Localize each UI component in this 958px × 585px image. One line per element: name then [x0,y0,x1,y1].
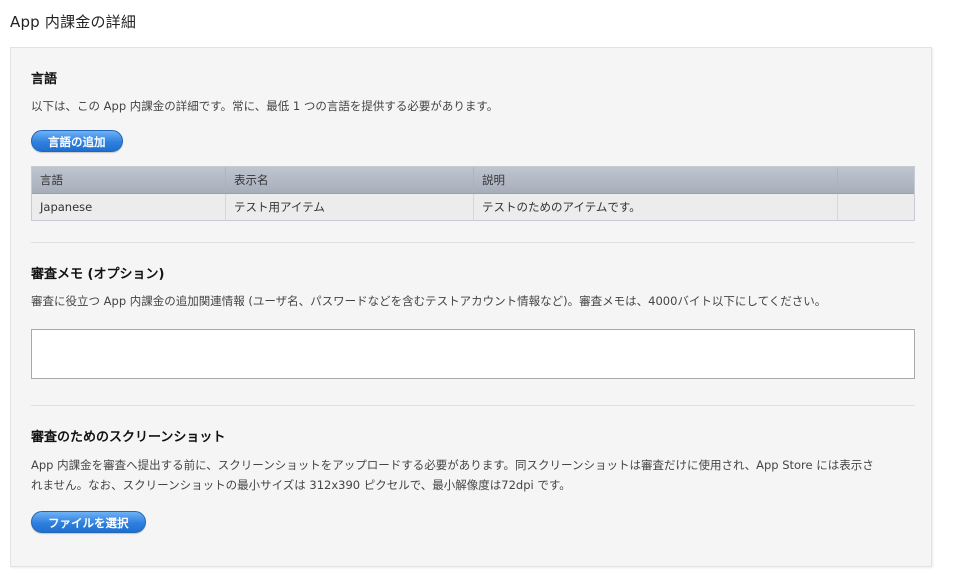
table-row[interactable]: Japanese テスト用アイテム テストのためのアイテムです。 [32,194,914,220]
screenshot-title: 審査のためのスクリーンショット [31,430,226,445]
cell-display-name: テスト用アイテム [226,194,474,220]
review-notes-textarea[interactable] [31,329,915,379]
column-header-display-name[interactable]: 表示名 [226,167,474,193]
table-header: 言語 表示名 説明 [32,167,914,194]
languages-description: 以下は、この App 内課金の詳細です。常に、最低 1 つの言語を提供する必要が… [31,99,499,113]
cell-language: Japanese [32,194,226,220]
languages-title: 言語 [31,72,58,87]
column-header-extra [838,167,914,193]
cell-extra [838,194,914,220]
page-title: App 内課金の詳細 [10,13,137,31]
choose-file-button[interactable]: ファイルを選択 [31,511,146,533]
details-panel: 言語 以下は、この App 内課金の詳細です。常に、最低 1 つの言語を提供する… [10,47,932,567]
review-notes-description: 審査に役立つ App 内課金の追加関連情報 (ユーザ名、パスワードなどを含むテス… [31,294,827,308]
languages-table: 言語 表示名 説明 Japanese テスト用アイテム テストのためのアイテムで… [31,166,915,221]
section-divider [31,242,915,243]
column-header-description[interactable]: 説明 [474,167,838,193]
screenshot-description-line2: れません。なお、スクリーンショットの最小サイズは 312x390 ピクセルで、最… [31,478,571,492]
add-language-button[interactable]: 言語の追加 [31,130,123,152]
review-notes-title: 審査メモ (オプション) [31,267,165,282]
section-divider [31,405,915,406]
screenshot-description-line1: App 内課金を審査へ提出する前に、スクリーンショットをアップロードする必要があ… [31,458,874,472]
column-header-language[interactable]: 言語 [32,167,226,193]
cell-description: テストのためのアイテムです。 [474,194,838,220]
